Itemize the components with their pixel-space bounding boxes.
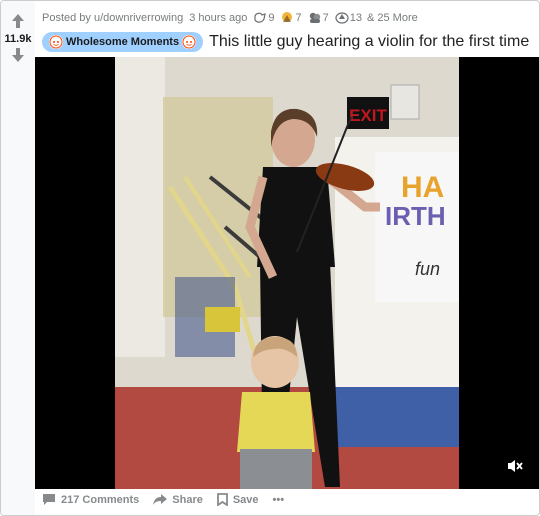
- banner-text: HA: [401, 171, 444, 204]
- save-button[interactable]: Save: [216, 493, 259, 506]
- share-button[interactable]: Share: [153, 493, 203, 506]
- award-count: 7: [295, 11, 302, 24]
- helpful-award-icon: [254, 12, 267, 23]
- comments-button[interactable]: 217 Comments: [42, 493, 139, 506]
- hugz-award-icon: [309, 12, 320, 23]
- post-flair[interactable]: Wholesome Moments: [42, 32, 204, 52]
- downvote-arrow-icon[interactable]: [12, 48, 24, 62]
- post-card[interactable]: 11.9k Posted by u/downriverrowing 3 hour…: [0, 0, 540, 516]
- share-icon: [153, 493, 168, 505]
- post-time[interactable]: 3 hours ago: [189, 12, 247, 24]
- rocket-like-award-icon: [335, 12, 349, 24]
- upvote-arrow-icon[interactable]: [12, 14, 24, 28]
- action-bar: 217 Comments Share Save •••: [42, 493, 298, 506]
- video-player[interactable]: EXIT HA IRTH fun: [35, 57, 539, 489]
- mute-icon[interactable]: [507, 459, 523, 473]
- share-label: Share: [172, 493, 203, 506]
- vote-score: 11.9k: [4, 33, 32, 45]
- flair-label: Wholesome Moments: [66, 36, 180, 48]
- more-options-button[interactable]: •••: [273, 494, 285, 506]
- award-rocket-like[interactable]: 13: [335, 11, 362, 24]
- banner-text: IRTH: [385, 201, 446, 231]
- banner-text: fun: [415, 259, 440, 279]
- wholesome-award-icon: [282, 12, 293, 22]
- comments-label: 217 Comments: [61, 493, 140, 506]
- award-wholesome[interactable]: 7: [280, 11, 302, 24]
- vote-column: 11.9k: [1, 1, 35, 515]
- video-frame: EXIT HA IRTH fun: [115, 57, 459, 489]
- comment-icon: [43, 494, 55, 505]
- save-label: Save: [232, 493, 259, 506]
- flair-emote-icon: [182, 35, 197, 49]
- more-awards-link[interactable]: & 25 More: [367, 12, 418, 24]
- posted-by-link[interactable]: Posted by u/downriverrowing: [42, 12, 183, 24]
- award-count: 13: [349, 11, 362, 24]
- award-helpful[interactable]: 9: [253, 11, 274, 24]
- post-meta: Posted by u/downriverrowing 3 hours ago …: [42, 11, 418, 24]
- birthday-banner: HA IRTH fun: [375, 152, 459, 302]
- bookmark-icon: [216, 493, 228, 506]
- flair-emote-icon: [49, 35, 63, 49]
- award-hugz[interactable]: 7: [308, 11, 329, 24]
- exit-sign-text: EXIT: [349, 106, 387, 125]
- post-title[interactable]: This little guy hearing a violin for the…: [209, 33, 529, 51]
- award-count: 7: [322, 11, 329, 24]
- title-row: Wholesome Moments This little guy hearin…: [42, 32, 529, 52]
- award-count: 9: [268, 11, 275, 24]
